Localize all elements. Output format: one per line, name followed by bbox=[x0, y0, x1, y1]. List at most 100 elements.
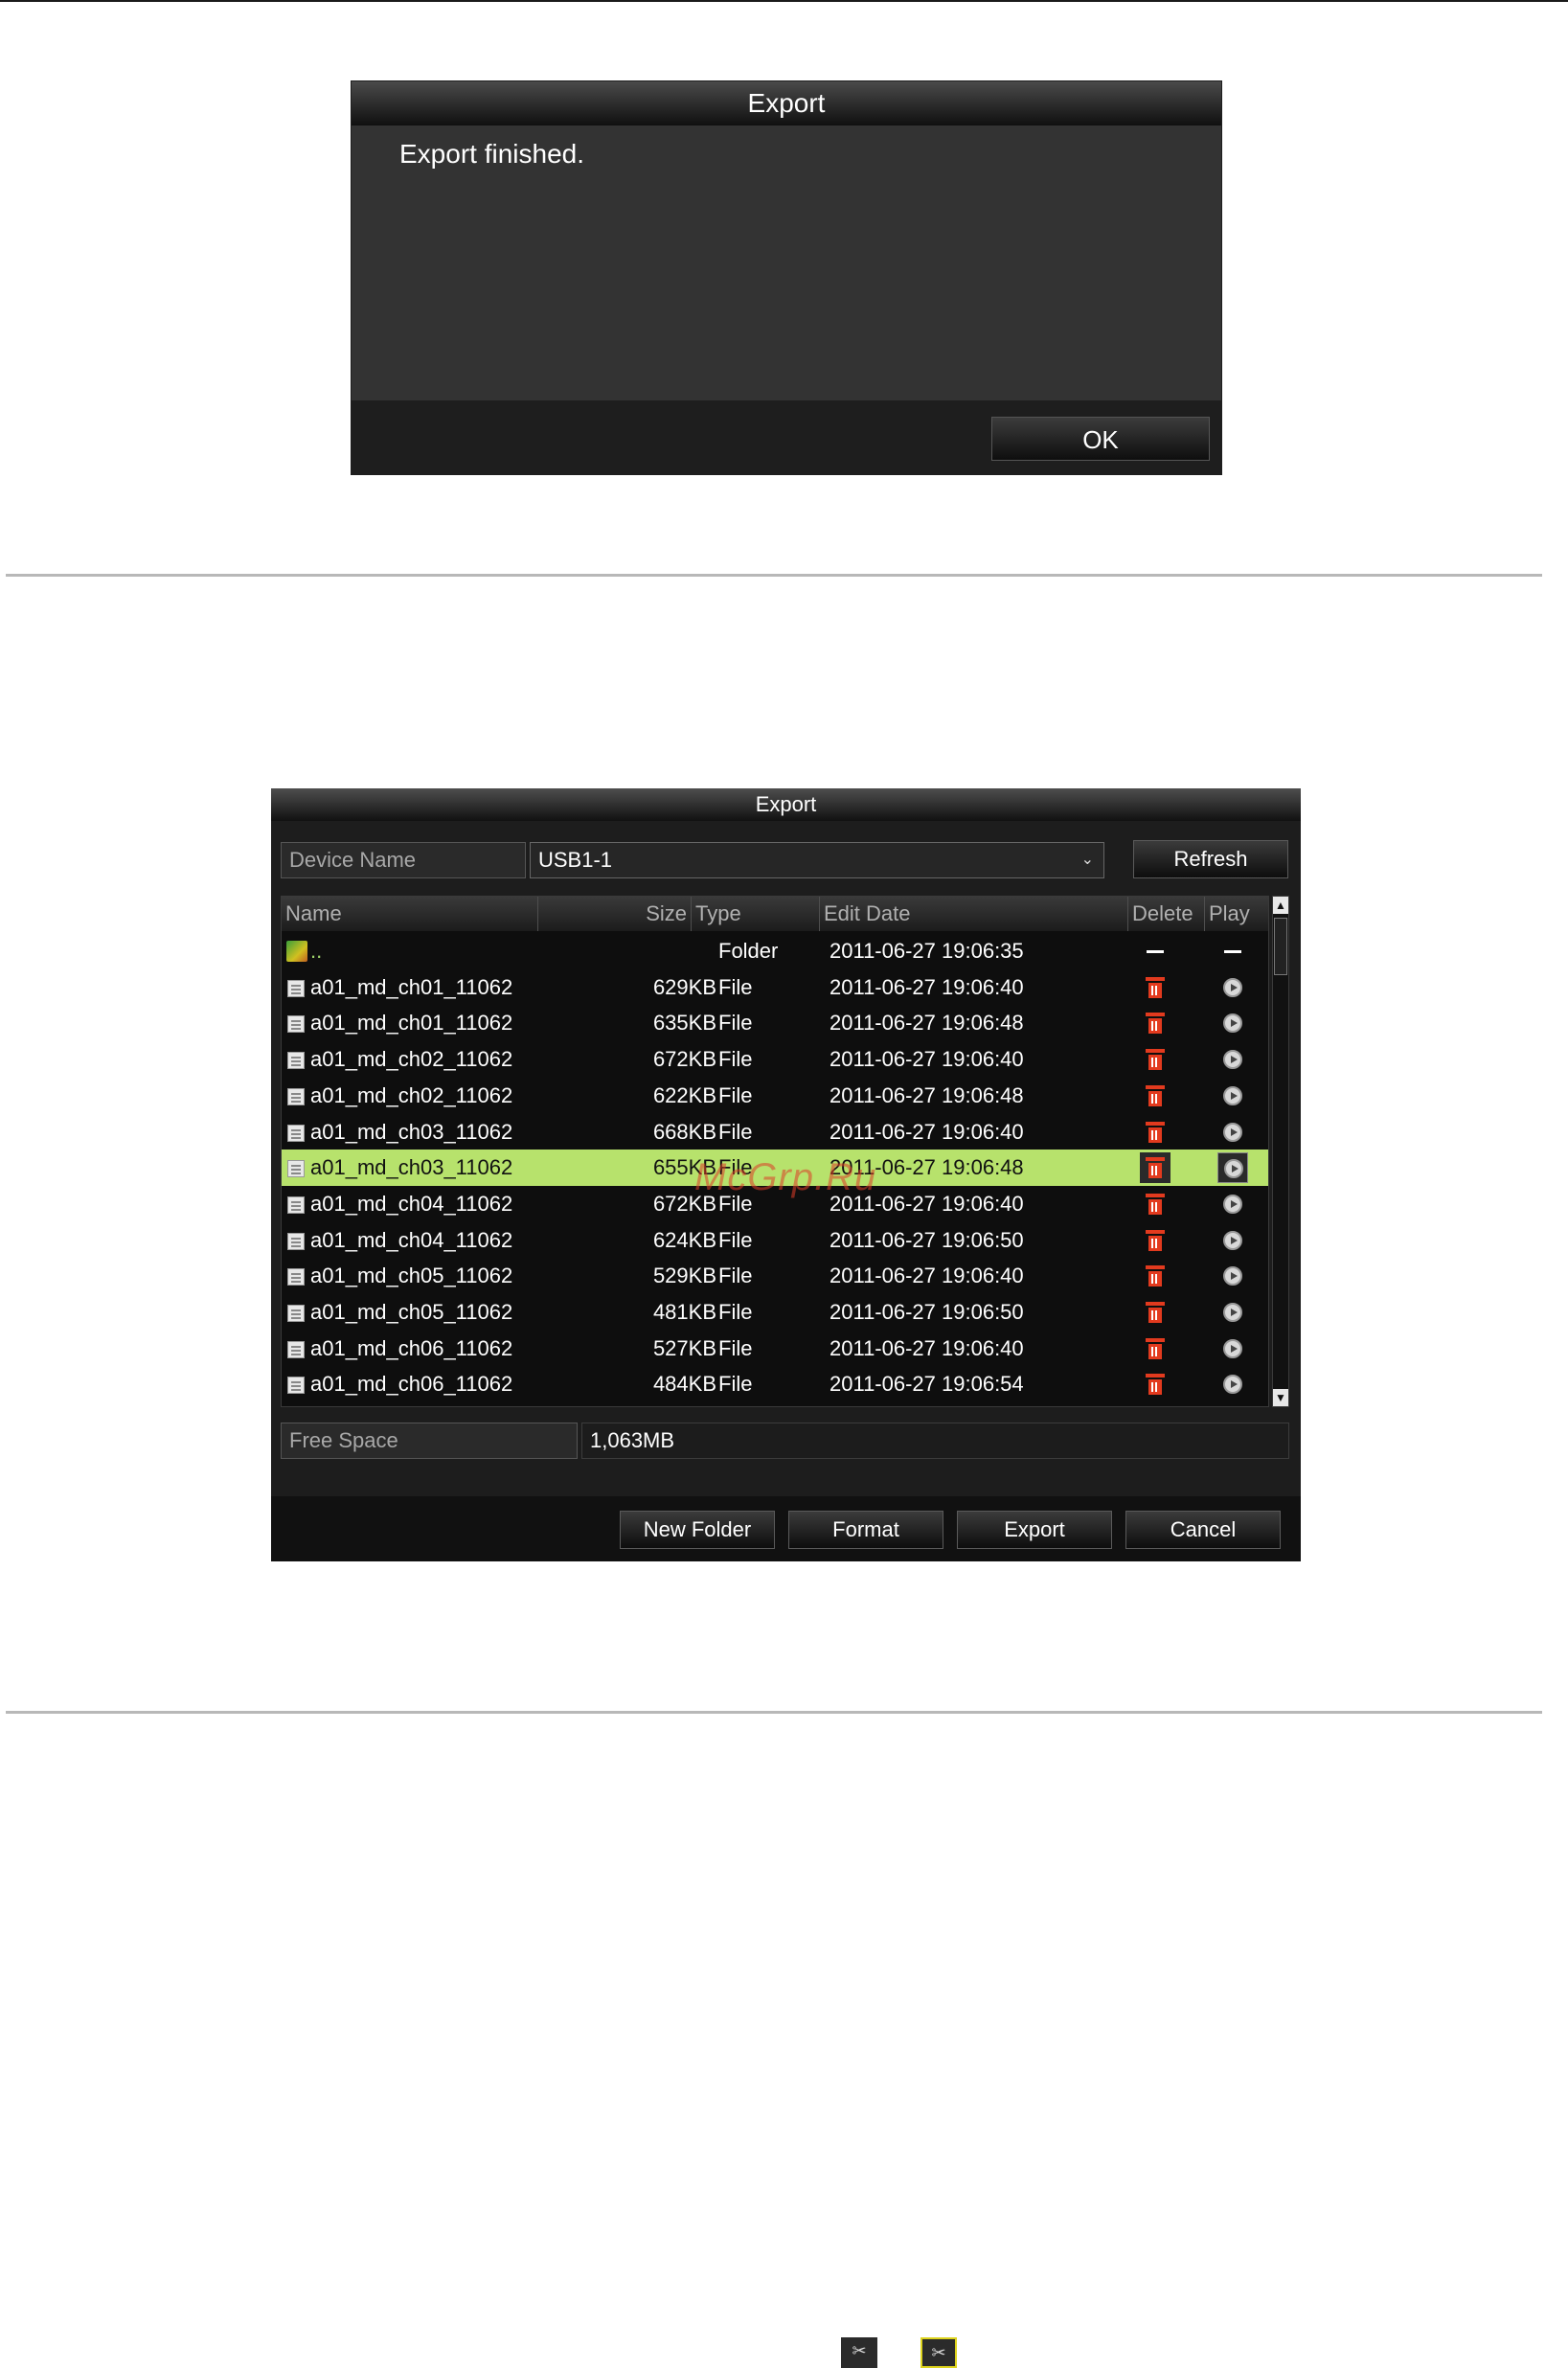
cancel-button[interactable]: Cancel bbox=[1125, 1511, 1281, 1549]
delete-button[interactable] bbox=[1140, 1081, 1170, 1111]
play-icon bbox=[1223, 1266, 1242, 1286]
delete-button[interactable] bbox=[1140, 1044, 1170, 1075]
row-type: File bbox=[718, 1119, 753, 1144]
scrollbar[interactable]: ▲ ▼ bbox=[1272, 896, 1289, 1407]
play-button[interactable] bbox=[1217, 1225, 1248, 1256]
row-date: 2011-06-27 19:06:48 bbox=[829, 1082, 1024, 1107]
delete-button[interactable] bbox=[1140, 1369, 1170, 1400]
separator bbox=[6, 574, 1542, 577]
table-row[interactable]: a01_md_ch03_11062 668KB File 2011-06-27 19:… bbox=[282, 1114, 1268, 1150]
play-button[interactable] bbox=[1217, 1369, 1248, 1400]
row-type: File bbox=[718, 1082, 753, 1107]
play-button[interactable] bbox=[1217, 1081, 1248, 1111]
trash-icon bbox=[1146, 1374, 1165, 1396]
trash-icon bbox=[1146, 1229, 1165, 1251]
play-button[interactable] bbox=[1217, 1152, 1248, 1184]
play-icon bbox=[1224, 1159, 1243, 1179]
play-button[interactable] bbox=[1217, 1117, 1248, 1148]
play-icon bbox=[1223, 1194, 1242, 1214]
delete-button[interactable] bbox=[1140, 1261, 1170, 1291]
row-size: 481KB bbox=[652, 1300, 716, 1324]
row-size bbox=[540, 933, 716, 969]
col-type[interactable]: Type bbox=[692, 897, 820, 931]
col-edit-date[interactable]: Edit Date bbox=[820, 897, 1128, 931]
trash-icon bbox=[1146, 1013, 1165, 1035]
play-icon bbox=[1223, 977, 1242, 997]
play-button[interactable] bbox=[1217, 1261, 1248, 1291]
dialog-footer: OK bbox=[352, 400, 1221, 474]
scroll-down-icon[interactable]: ▼ bbox=[1273, 1389, 1288, 1406]
play-icon bbox=[1223, 1230, 1242, 1250]
play-button[interactable] bbox=[1217, 1189, 1248, 1219]
table-row[interactable]: a01_md_ch02_11062 622KB File 2011-06-27 19:… bbox=[282, 1078, 1268, 1114]
row-name: a01_md_ch06_11062 bbox=[310, 1372, 513, 1397]
delete-button[interactable] bbox=[1140, 1008, 1170, 1038]
play-button[interactable] bbox=[1217, 1333, 1248, 1364]
row-size: 622KB bbox=[652, 1082, 716, 1107]
row-size: 672KB bbox=[652, 1191, 716, 1216]
new-folder-button[interactable]: New Folder bbox=[620, 1511, 775, 1549]
row-date: 2011-06-27 19:06:35 bbox=[829, 939, 1024, 963]
delete-button[interactable] bbox=[1140, 972, 1170, 1003]
delete-button[interactable] bbox=[1140, 1152, 1170, 1184]
row-date: 2011-06-27 19:06:40 bbox=[829, 1335, 1024, 1360]
row-date: 2011-06-27 19:06:40 bbox=[829, 1119, 1024, 1144]
scroll-thumb[interactable] bbox=[1274, 918, 1287, 975]
row-date: 2011-06-27 19:06:50 bbox=[829, 1300, 1024, 1324]
delete-button[interactable] bbox=[1140, 1189, 1170, 1219]
col-play[interactable]: Play bbox=[1205, 897, 1268, 931]
clip-confirm-icon: ✂ bbox=[920, 2337, 957, 2368]
col-name[interactable]: Name bbox=[282, 897, 538, 931]
table-row[interactable]: a01_md_ch04_11062 624KB File 2011-06-27 19:… bbox=[282, 1222, 1268, 1259]
table-row[interactable]: a01_md_ch01_11062 635KB File 2011-06-27 19:… bbox=[282, 1005, 1268, 1041]
play-button[interactable] bbox=[1217, 1044, 1248, 1075]
col-size[interactable]: Size bbox=[538, 897, 692, 931]
device-name-label: Device Name bbox=[281, 842, 526, 878]
file-icon bbox=[287, 1087, 305, 1105]
export-button[interactable]: Export bbox=[957, 1511, 1112, 1549]
table-row[interactable]: a01_md_ch02_11062 672KB File 2011-06-27 19:… bbox=[282, 1041, 1268, 1078]
refresh-button[interactable]: Refresh bbox=[1133, 840, 1288, 878]
table-row[interactable]: a01_md_ch06_11062 527KB File 2011-06-27 19:… bbox=[282, 1331, 1268, 1367]
table-row[interactable]: a01_md_ch06_11062 484KB File 2011-06-27 19:… bbox=[282, 1366, 1268, 1402]
delete-button[interactable] bbox=[1140, 1117, 1170, 1148]
row-name: a01_md_ch01_11062 bbox=[310, 1011, 513, 1036]
row-size: 668KB bbox=[652, 1119, 716, 1144]
dialog-footer: New Folder Format Export Cancel bbox=[271, 1496, 1301, 1561]
delete-button[interactable] bbox=[1140, 1297, 1170, 1328]
play-button[interactable] bbox=[1217, 1297, 1248, 1328]
file-icon bbox=[287, 1340, 305, 1358]
ok-button[interactable]: OK bbox=[991, 417, 1210, 461]
dialog-title: Export bbox=[352, 81, 1221, 125]
row-type: File bbox=[718, 1011, 753, 1036]
play-button[interactable] bbox=[1217, 972, 1248, 1003]
play-icon bbox=[1223, 1338, 1242, 1358]
table-row[interactable]: a01_md_ch05_11062 529KB File 2011-06-27 19:… bbox=[282, 1258, 1268, 1294]
row-date: 2011-06-27 19:06:40 bbox=[829, 1047, 1024, 1072]
top-rule bbox=[0, 0, 1568, 2]
col-delete[interactable]: Delete bbox=[1128, 897, 1205, 931]
trash-icon bbox=[1146, 1084, 1165, 1106]
table-row[interactable]: a01_md_ch01_11062 629KB File 2011-06-27 19:… bbox=[282, 969, 1268, 1006]
delete-button[interactable] bbox=[1140, 1225, 1170, 1256]
trash-icon bbox=[1146, 1157, 1165, 1179]
clip-icon: ✂ bbox=[841, 2337, 877, 2368]
format-button[interactable]: Format bbox=[788, 1511, 943, 1549]
play-icon bbox=[1223, 1122, 1242, 1142]
play-button[interactable] bbox=[1217, 1008, 1248, 1038]
file-icon bbox=[287, 1232, 305, 1250]
file-icon bbox=[287, 1015, 305, 1034]
device-name-select[interactable]: USB1-1 ⌄ bbox=[530, 842, 1104, 878]
row-date: 2011-06-27 19:06:50 bbox=[829, 1227, 1024, 1252]
delete-button[interactable] bbox=[1140, 1333, 1170, 1364]
file-icon bbox=[287, 1160, 305, 1178]
file-table: Name Size Type Edit Date Delete Play .. F… bbox=[281, 896, 1269, 1407]
row-size: 629KB bbox=[652, 974, 716, 999]
play-disabled-icon bbox=[1224, 950, 1241, 953]
row-name: a01_md_ch01_11062 bbox=[310, 974, 513, 999]
trash-icon bbox=[1146, 1121, 1165, 1143]
scroll-up-icon[interactable]: ▲ bbox=[1273, 897, 1288, 914]
table-row[interactable]: .. Folder 2011-06-27 19:06:35 bbox=[282, 933, 1268, 969]
play-icon bbox=[1223, 1303, 1242, 1322]
table-row[interactable]: a01_md_ch05_11062 481KB File 2011-06-27 19:… bbox=[282, 1294, 1268, 1331]
